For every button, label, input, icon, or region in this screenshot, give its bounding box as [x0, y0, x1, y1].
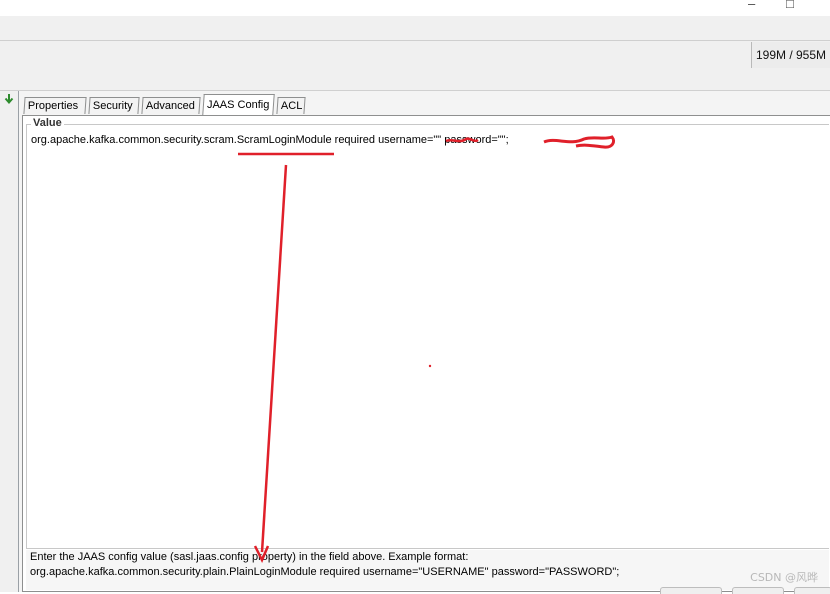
title-bar: – □ — [0, 0, 830, 16]
help-text: Enter the JAAS config value (sasl.jaas.c… — [26, 550, 829, 590]
expand-arrow-icon[interactable] — [3, 93, 15, 105]
value-groupbox: Value org.apache.kafka.common.security.s… — [26, 117, 829, 549]
maximize-icon[interactable]: □ — [786, 0, 794, 11]
value-group-title: Value — [31, 117, 64, 129]
tab-security[interactable]: Security — [88, 97, 140, 114]
bottom-button-1[interactable] — [660, 587, 722, 594]
help-line-2: org.apache.kafka.common.security.plain.P… — [30, 566, 620, 578]
memory-indicator[interactable]: 199M / 955M — [751, 42, 830, 68]
help-line-1: Enter the JAAS config value (sasl.jaas.c… — [30, 551, 469, 563]
tab-jaas-config[interactable]: JAAS Config — [202, 94, 275, 115]
details-pane: Properties Security Advanced JAAS Config… — [19, 91, 830, 592]
bottom-button-2[interactable] — [732, 587, 784, 594]
bottom-button-3[interactable] — [794, 587, 830, 594]
status-bar: 199M / 955M — [0, 40, 830, 71]
tab-advanced[interactable]: Advanced — [141, 97, 201, 114]
toolbar-gap — [0, 70, 830, 91]
jaas-config-panel: Value org.apache.kafka.common.security.s… — [22, 115, 830, 592]
left-sidebar-strip — [0, 91, 19, 592]
minimize-icon[interactable]: – — [748, 0, 755, 11]
watermark: CSDN @风晔 — [750, 571, 818, 584]
tab-acl[interactable]: ACL — [276, 97, 306, 114]
tab-properties[interactable]: Properties — [23, 97, 87, 114]
toolbar — [0, 16, 830, 40]
jaas-config-value-field[interactable]: org.apache.kafka.common.security.scram.S… — [29, 134, 827, 546]
